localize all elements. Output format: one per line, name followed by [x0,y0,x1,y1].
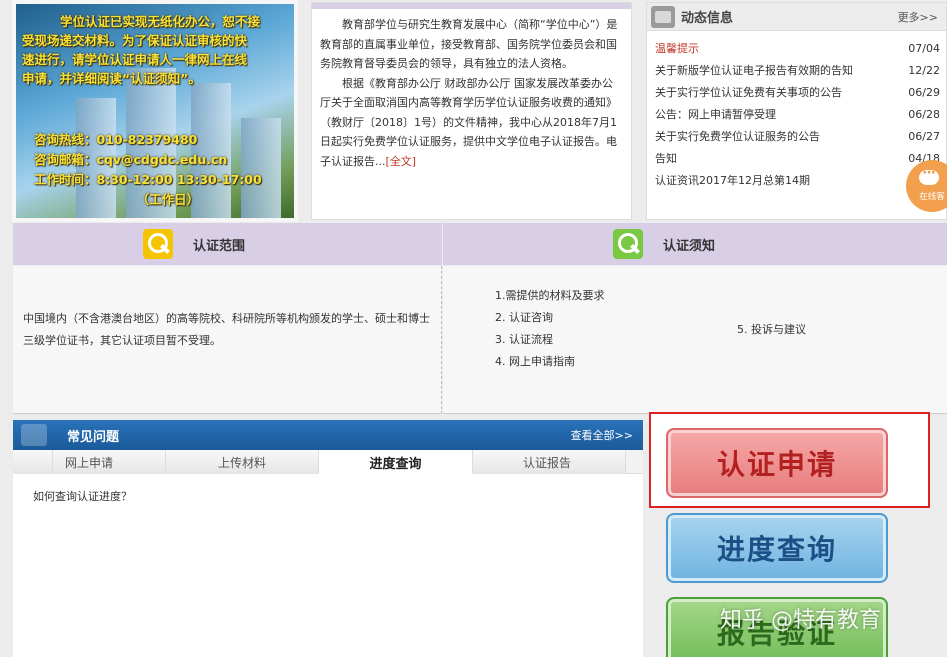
notice-title: 认证须知 [663,238,716,254]
faq-header: 常见问题 查看全部>> [13,420,643,450]
news-panel: 动态信息 更多>> 温馨提示 07/04 关于新版学位认证电子报告有效期的告知 12… [646,2,947,220]
intro-paragraph: 教育部学位与研究生教育发展中心（简称“学位中心”）是教育部的直属事业单位，接受教… [320,18,618,70]
center-intro: 教育部学位与研究生教育发展中心（简称“学位中心”）是教育部的直属事业单位，接受教… [311,2,632,220]
scope-title: 认证范围 [193,238,246,254]
news-item[interactable]: 温馨提示 07/04 [655,38,940,60]
tab-progress-query[interactable]: 进度查询 [319,450,473,474]
intro-header-bar [312,3,631,9]
page: 学位认证已实现无纸化办公，恕不接 受现场递交材料。为了保证认证审核的快 速进行，… [0,0,947,657]
faq-panel: 常见问题 查看全部>> 网上申请 上传材料 进度查询 认证报告 如何查询认证进度… [13,420,643,657]
notice-body: 1.需提供的材料及要求 2. 认证咨询 3. 认证流程 4. 网上申请指南 5.… [443,266,947,414]
watermark: 知乎 @特有教育 [720,608,881,633]
banner-notice: 学位认证已实现无纸化办公，恕不接 受现场递交材料。为了保证认证审核的快 速进行，… [22,12,288,88]
magnifier-icon [143,229,173,259]
news-item-title[interactable]: 认证资讯2017年12月总第14期 [655,170,810,192]
banner-line: 受现场递交材料。为了保证认证审核的快 [22,33,248,48]
tab-upload-materials[interactable]: 上传材料 [166,450,319,474]
magnifier-icon [613,229,643,259]
online-chat-label: 在线客 [919,192,945,202]
banner-contact: 咨询热线：010-82379480 咨询邮箱：cqv@cdgdc.edu.cn … [34,130,262,210]
news-item-title[interactable]: 告知 [655,148,677,170]
news-item-title[interactable]: 关于实行学位认证免费有关事项的公告 [655,82,842,104]
news-item-date: 06/27 [908,130,940,143]
banner-line: 速进行，请学位认证申请人一律网上在线 [22,52,248,67]
notice-header[interactable]: 认证须知 [443,223,947,265]
progress-query-button[interactable]: 进度查询 [666,513,888,583]
scope-text: 中国境内（不含港澳台地区）的高等院校、科研院所等机构颁发的学士、硕士和博士三级学… [23,312,430,347]
banner-line: 学位认证已实现无纸化办公，恕不接 [60,14,261,29]
news-icon [651,5,675,28]
news-item[interactable]: 公告：网上申请暂停受理 06/28 [655,104,940,126]
faq-tabs: 网上申请 上传材料 进度查询 认证报告 [13,450,643,474]
news-title: 动态信息 [681,11,734,26]
notice-item-complaint[interactable]: 5. 投诉与建议 [737,321,806,337]
hotline-text: 咨询热线：010-82379480 [34,132,198,147]
news-item-date: 12/22 [908,64,940,77]
news-list: 温馨提示 07/04 关于新版学位认证电子报告有效期的告知 12/22 关于实行学位… [647,31,946,192]
full-text-link[interactable]: [全文] [386,155,417,168]
intro-paragraph-2: 根据《教育部办公厅 财政部办公厅 国家发展改革委办公厅关于全面取消国内高等教育学… [312,74,631,172]
tab-report[interactable]: 认证报告 [473,450,626,474]
notice-item[interactable]: 3. 认证流程 [495,329,947,351]
tab-online-apply[interactable]: 网上申请 [53,450,166,474]
news-item-date: 06/28 [908,108,940,121]
news-header: 动态信息 更多>> [647,3,946,31]
news-item[interactable]: 关于新版学位认证电子报告有效期的告知 12/22 [655,60,940,82]
news-item[interactable]: 关于实行免费学位认证服务的公告 06/27 [655,126,940,148]
news-item-title[interactable]: 温馨提示 [655,38,699,60]
email-text: 咨询邮箱：cqv@cdgdc.edu.cn [34,152,228,167]
news-item[interactable]: 关于实行学位认证免费有关事项的公告 06/29 [655,82,940,104]
news-item-date: 07/04 [908,42,940,55]
scope-body: 中国境内（不含港澳台地区）的高等院校、科研院所等机构颁发的学士、硕士和博士三级学… [13,266,442,414]
notice-item[interactable]: 1.需提供的材料及要求 [495,285,947,307]
news-item-title[interactable]: 关于实行免费学位认证服务的公告 [655,126,820,148]
tab-spacer [13,450,53,474]
notice-item[interactable]: 4. 网上申请指南 [495,351,947,373]
news-item-date: 06/29 [908,86,940,99]
faq-icon [21,424,47,446]
faq-title: 常见问题 [67,429,120,445]
news-item[interactable]: 认证资讯2017年12月总第14期 [655,170,940,192]
faq-view-all-link[interactable]: 查看全部>> [571,427,633,443]
promo-banner[interactable]: 学位认证已实现无纸化办公，恕不接 受现场递交材料。为了保证认证审核的快 速进行，… [12,0,298,222]
notice-item[interactable]: 2. 认证咨询 [495,307,947,329]
news-item[interactable]: 告知 04/18 [655,148,940,170]
scope-header[interactable]: 认证范围 [13,223,442,265]
hours-text: 工作时间：8:30-12:00 13:30-17:00 [34,172,262,187]
news-item-title[interactable]: 关于新版学位认证电子报告有效期的告知 [655,60,853,82]
news-item-title[interactable]: 公告：网上申请暂停受理 [655,104,776,126]
workday-text: （工作日） [136,192,200,207]
intro-paragraph-text: 根据《教育部办公厅 财政部办公厅 国家发展改革委办公厅关于全面取消国内高等教育学… [320,76,617,168]
faq-question[interactable]: 如何查询认证进度？ [13,474,643,504]
notice-list: 1.需提供的材料及要求 2. 认证咨询 3. 认证流程 4. 网上申请指南 [495,285,947,373]
apply-button[interactable]: 认证申请 [666,428,888,498]
banner-line: 申请，并详细阅读“认证须知”。 [22,71,201,86]
news-more-link[interactable]: 更多>> [898,9,938,25]
chat-bubble-icon [919,165,939,185]
